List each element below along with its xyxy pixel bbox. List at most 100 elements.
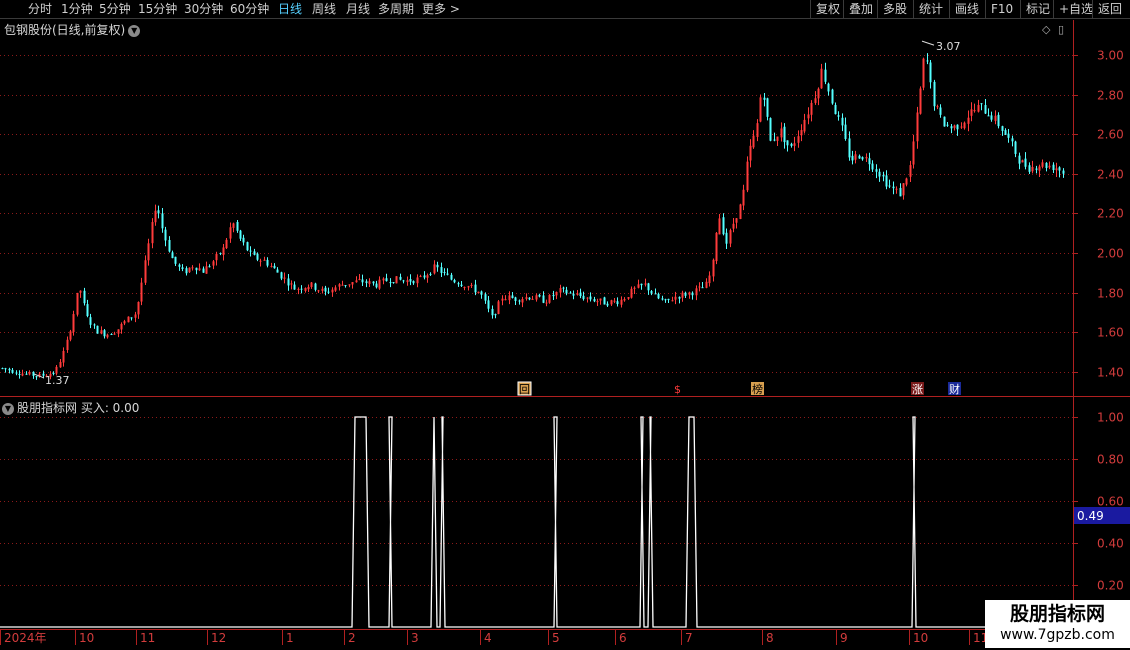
candle-body	[1038, 166, 1041, 171]
x-axis-label: 4	[484, 631, 492, 645]
candle-body	[841, 117, 844, 126]
sub-chart-title: 股朋指标网 买入: 0.00	[17, 401, 140, 415]
candle-body	[164, 229, 167, 241]
candle-body	[630, 288, 633, 298]
candle-body	[174, 256, 177, 264]
candle-body	[253, 251, 256, 255]
diamond-icon[interactable]: ◇	[1042, 23, 1050, 36]
candle-body	[518, 300, 521, 302]
candle-body	[831, 89, 834, 104]
candle-body	[137, 301, 140, 315]
candle-body	[807, 114, 810, 119]
candle-body	[837, 115, 840, 117]
stock-chart[interactable]: 3.00 2.80 2.60 2.40 2.20 2.00 1.80 1.60 1.40 1.00…	[0, 0, 1130, 650]
candle-body	[939, 107, 942, 115]
candle-body	[290, 283, 293, 285]
candle-body	[423, 275, 426, 278]
candle-body	[559, 288, 562, 293]
candle-body	[412, 281, 415, 284]
candle-body	[338, 284, 341, 287]
candle-body	[1048, 165, 1051, 168]
candle-body	[909, 165, 912, 177]
candle-body	[701, 287, 704, 289]
candle-body	[695, 288, 698, 296]
chevron-down-icon[interactable]: ▼	[128, 24, 141, 37]
candle-body	[851, 155, 854, 161]
candle-body	[885, 175, 888, 187]
candle-body	[1018, 155, 1021, 164]
candle-body	[810, 102, 813, 115]
candle-body	[980, 103, 983, 105]
candle-body	[504, 299, 507, 301]
candle-body	[756, 123, 759, 137]
candle-body	[72, 314, 75, 333]
candle-body	[637, 284, 640, 288]
candle-body	[674, 296, 677, 300]
candle-body	[480, 291, 483, 295]
candle-body	[1062, 170, 1065, 174]
price-tick-label: 2.60	[1097, 128, 1124, 142]
candle-body	[83, 290, 86, 304]
candle-body	[698, 286, 701, 288]
candle-body	[341, 284, 344, 286]
candle-body	[786, 140, 789, 146]
candle-body	[800, 130, 803, 136]
watermark: 股朋指标网 www.7gpzb.com	[985, 600, 1130, 648]
candle-body	[844, 124, 847, 139]
candle-body	[76, 292, 79, 315]
candle-body	[732, 223, 735, 229]
candle-body	[378, 279, 381, 289]
candle-body	[375, 283, 378, 288]
candle-body	[739, 204, 742, 220]
candle-body	[4, 368, 7, 370]
candle-body	[416, 277, 419, 284]
candle-body	[11, 369, 14, 373]
candle-body	[521, 299, 524, 303]
candle-body	[440, 267, 443, 273]
candle-body	[977, 105, 980, 112]
candle-body	[113, 333, 116, 335]
candle-body	[548, 294, 551, 303]
signal-tick-label: 1.00	[1097, 411, 1124, 425]
candle-body	[484, 294, 487, 301]
candle-body	[307, 287, 310, 290]
candle-body	[613, 300, 616, 302]
candle-body	[433, 264, 436, 274]
candle-body	[392, 282, 395, 284]
candle-body	[933, 81, 936, 107]
candle-body	[467, 286, 470, 288]
candle-body	[895, 188, 898, 190]
candle-body	[936, 106, 939, 108]
candle-body	[361, 279, 364, 283]
candle-body	[331, 289, 334, 293]
high-label: 3.07	[936, 40, 961, 53]
candle-body	[953, 125, 956, 128]
candle-body	[232, 223, 235, 228]
chevron-down-icon[interactable]: ▼	[2, 402, 14, 415]
candle-body	[671, 300, 674, 302]
candle-body	[372, 281, 375, 284]
candle-body	[763, 97, 766, 100]
candle-body	[436, 264, 439, 268]
candle-body	[487, 300, 490, 309]
candle-body	[640, 283, 643, 286]
candle-body	[474, 284, 477, 293]
candle-body	[820, 68, 823, 89]
candle-body	[140, 282, 143, 302]
price-tick-label: 2.00	[1097, 247, 1124, 261]
candle-body	[769, 118, 772, 141]
candle-body	[334, 287, 337, 291]
candle-body	[749, 145, 752, 161]
panel-icons: ◇ ▯	[1042, 23, 1064, 36]
candle-body	[276, 269, 279, 273]
candle-body	[514, 297, 517, 301]
candle-body	[280, 272, 283, 279]
watermark-line1: 股朋指标网	[1009, 603, 1105, 625]
panel-toggle-icon[interactable]: ▯	[1058, 23, 1064, 36]
candle-body	[457, 283, 460, 285]
x-axis-label: 1	[286, 631, 294, 645]
candle-body	[297, 288, 300, 290]
candle-body	[222, 247, 225, 255]
candle-body	[603, 297, 606, 305]
candle-body	[555, 291, 558, 296]
